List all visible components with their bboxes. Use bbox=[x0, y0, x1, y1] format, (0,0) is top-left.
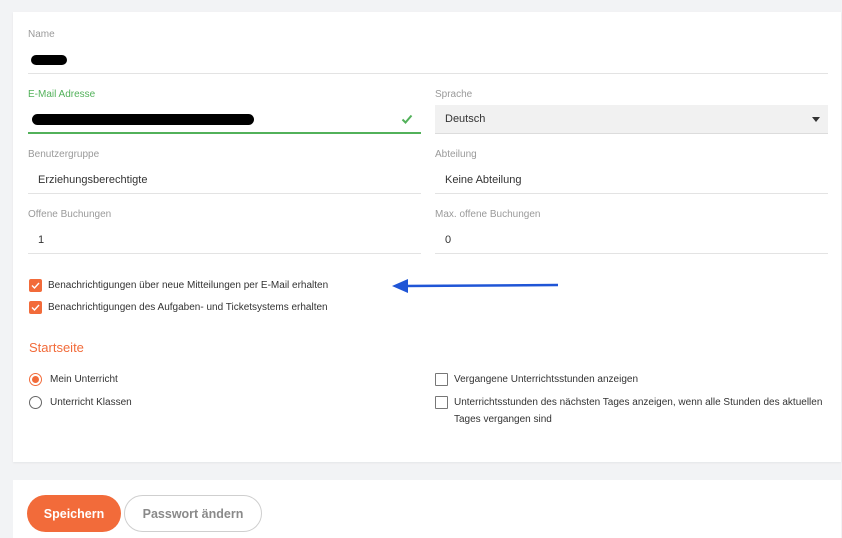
department-label: Abteilung bbox=[435, 149, 477, 160]
radio-mein-unterricht[interactable]: Mein Unterricht bbox=[29, 372, 118, 386]
next-day-lessons-label: Unterrichtsstunden des nächsten Tages an… bbox=[454, 397, 823, 425]
language-select[interactable]: Deutsch bbox=[435, 105, 828, 134]
usergroup-label: Benutzergruppe bbox=[28, 149, 100, 160]
change-password-button[interactable]: Passwort ändern bbox=[124, 495, 262, 532]
name-label: Name bbox=[28, 29, 55, 40]
open-bookings-label: Offene Buchungen bbox=[28, 209, 112, 220]
tasks-notification-label: Benachrichtigungen des Aufgaben- und Tic… bbox=[48, 301, 328, 313]
next-day-lessons-option[interactable]: Unterrichtsstunden des nächsten Tages an… bbox=[435, 396, 824, 428]
tasks-notification-checkbox[interactable] bbox=[29, 300, 42, 314]
startpage-title: Startseite bbox=[29, 340, 84, 355]
email-redaction bbox=[32, 114, 254, 125]
radio-label: Mein Unterricht bbox=[50, 373, 118, 385]
name-redaction bbox=[31, 55, 67, 65]
name-input[interactable] bbox=[28, 46, 828, 74]
max-open-bookings-label: Max. offene Buchungen bbox=[435, 209, 541, 220]
email-notification-label: Benachrichtigungen über neue Mitteilunge… bbox=[48, 279, 329, 291]
radio-label: Unterricht Klassen bbox=[50, 396, 132, 408]
checkmark-icon bbox=[31, 304, 40, 311]
usergroup-input[interactable]: Erziehungsberechtigte bbox=[28, 166, 421, 194]
language-value: Deutsch bbox=[445, 113, 486, 125]
language-label: Sprache bbox=[435, 89, 473, 100]
max-open-bookings-value: 0 bbox=[445, 234, 452, 246]
department-input[interactable]: Keine Abteilung bbox=[435, 166, 828, 194]
max-open-bookings-input[interactable]: 0 bbox=[435, 226, 828, 254]
email-notification-checkbox[interactable] bbox=[29, 278, 42, 292]
radio-button[interactable] bbox=[29, 395, 42, 409]
check-icon bbox=[401, 114, 413, 124]
open-bookings-value: 1 bbox=[38, 234, 45, 246]
radio-unterricht-klassen[interactable]: Unterricht Klassen bbox=[29, 395, 132, 409]
usergroup-value: Erziehungsberechtigte bbox=[38, 174, 148, 186]
email-input[interactable] bbox=[28, 106, 421, 134]
caret-down-icon bbox=[812, 117, 820, 122]
checkmark-icon bbox=[31, 282, 40, 289]
open-bookings-input[interactable]: 1 bbox=[28, 226, 421, 254]
department-value: Keine Abteilung bbox=[445, 174, 522, 186]
radio-button-selected[interactable] bbox=[29, 372, 42, 386]
past-lessons-label: Vergangene Unterrichtsstunden anzeigen bbox=[454, 374, 639, 385]
email-notification-option[interactable]: Benachrichtigungen über neue Mitteilunge… bbox=[29, 278, 328, 292]
past-lessons-option[interactable]: Vergangene Unterrichtsstunden anzeigen bbox=[435, 373, 638, 388]
save-button[interactable]: Speichern bbox=[27, 495, 121, 532]
next-day-lessons-checkbox[interactable] bbox=[435, 396, 448, 409]
past-lessons-checkbox[interactable] bbox=[435, 373, 448, 386]
email-label: E-Mail Adresse bbox=[28, 89, 96, 100]
tasks-notification-option[interactable]: Benachrichtigungen des Aufgaben- und Tic… bbox=[29, 300, 328, 314]
arrow-left-icon bbox=[392, 279, 559, 293]
